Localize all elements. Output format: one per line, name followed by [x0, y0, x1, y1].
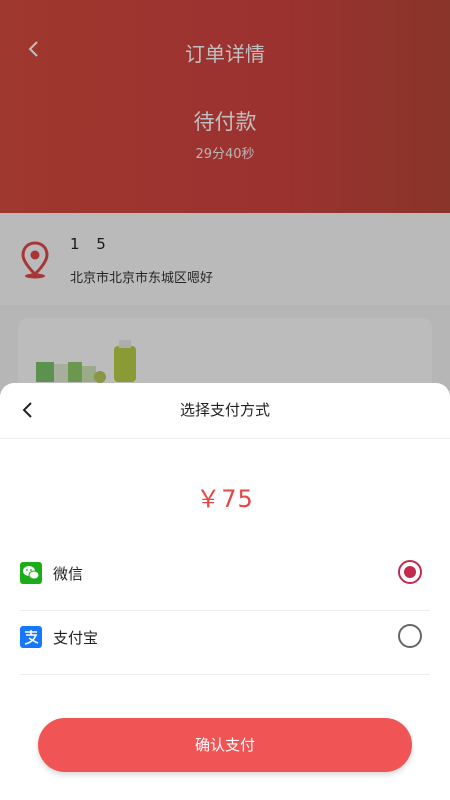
confirm-pay-button[interactable]: 确认支付 [38, 718, 412, 772]
sheet-title: 选择支付方式 [179, 401, 270, 419]
radio-unselected[interactable] [398, 624, 422, 648]
wechat-icon [20, 562, 42, 584]
alipay-icon [20, 626, 42, 648]
radio-selected[interactable] [398, 560, 422, 584]
payment-option-label: 微信 [53, 565, 84, 583]
sheet-header: 选择支付方式 [0, 383, 450, 439]
payment-method-sheet: 选择支付方式 ￥75 微信 支付宝 确认支付 [0, 383, 450, 800]
payment-option-alipay[interactable]: 支付宝 [20, 612, 430, 675]
payment-amount: ￥75 [196, 485, 254, 513]
payment-option-wechat[interactable]: 微信 [20, 548, 430, 611]
payment-option-label: 支付宝 [53, 629, 99, 647]
